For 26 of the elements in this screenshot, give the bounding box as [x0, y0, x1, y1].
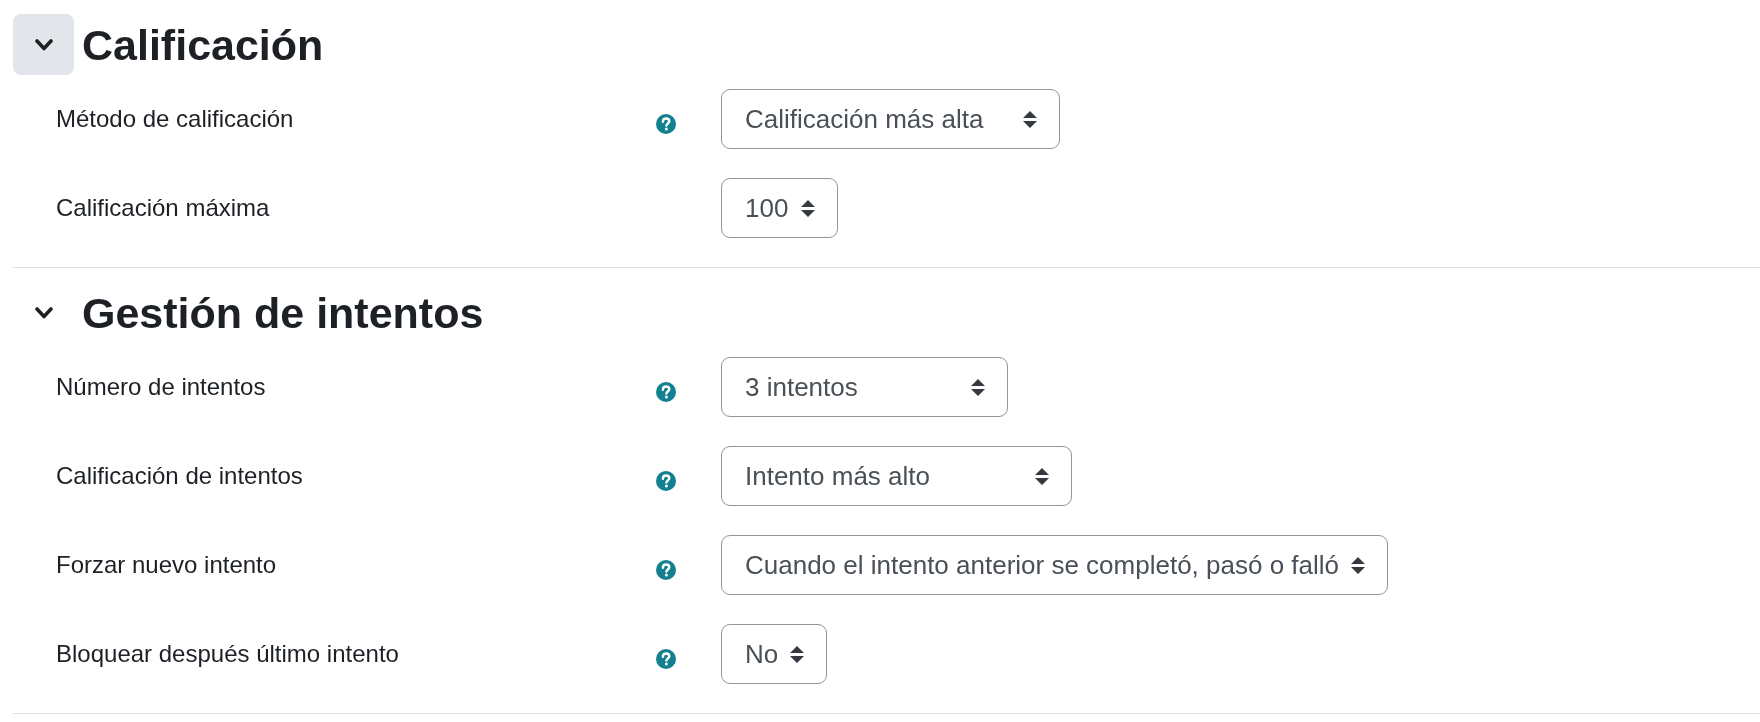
- section-heading: Calificación: [82, 19, 324, 71]
- sort-caret-icon: [801, 199, 815, 217]
- sort-caret-icon: [1351, 556, 1366, 574]
- field-label: Calificación de intentos: [56, 461, 304, 491]
- sort-caret-icon: [971, 378, 985, 396]
- help-icon[interactable]: [656, 382, 676, 402]
- dropdown-select[interactable]: Cuando el intento anterior se completó, pasó o falló: [721, 535, 1389, 595]
- field-label: Forzar nuevo intento: [56, 550, 278, 580]
- field-label: Calificación máxima: [56, 193, 271, 223]
- help-icon[interactable]: [656, 471, 676, 491]
- dropdown-select[interactable]: No: [721, 624, 828, 684]
- dropdown-select[interactable]: Intento más alto: [721, 446, 1072, 506]
- field-label: Número de intentos: [56, 372, 267, 402]
- dropdown-select[interactable]: 3 intentos: [721, 357, 1008, 417]
- section-heading: Gestión de intentos: [82, 287, 484, 339]
- collapse-toggle[interactable]: [13, 14, 74, 75]
- help-icon[interactable]: [656, 649, 676, 669]
- sort-caret-icon: [1035, 467, 1049, 485]
- help-icon[interactable]: [656, 114, 676, 134]
- dropdown-select[interactable]: 100: [721, 178, 838, 238]
- field-label: Método de calificación: [56, 104, 295, 134]
- sort-caret-icon: [1023, 110, 1037, 128]
- field-label: Bloquear después último intento: [56, 639, 400, 669]
- dropdown-select[interactable]: Calificación más alta: [721, 89, 1060, 149]
- help-icon[interactable]: [656, 560, 676, 580]
- sort-caret-icon: [790, 645, 805, 663]
